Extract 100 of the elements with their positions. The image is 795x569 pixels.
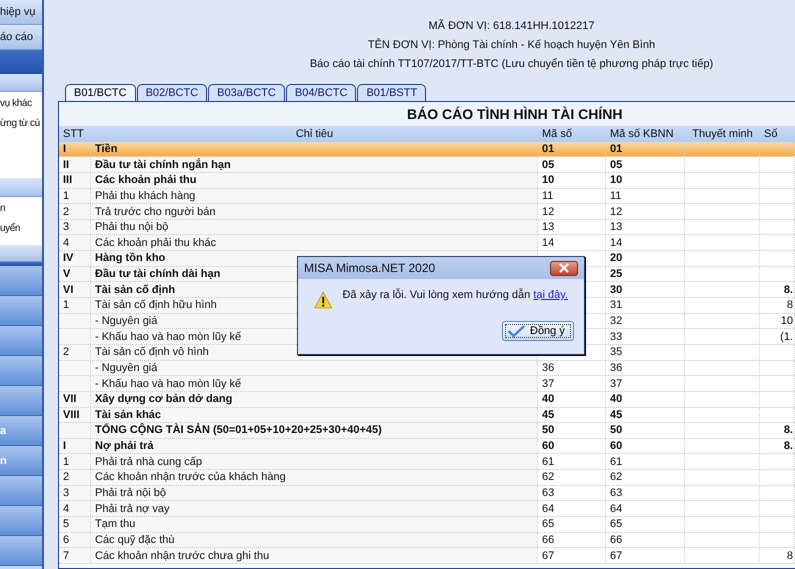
table-cell: 62	[538, 470, 606, 485]
table-row[interactable]: 2 Các khoản nhận trước của khách hàng 62 62	[59, 470, 795, 486]
sidebar-button[interactable]	[0, 536, 42, 566]
tab[interactable]: B03a/BCTC	[208, 84, 285, 101]
sidebar-button[interactable]	[0, 506, 42, 536]
table-cell: 37	[606, 376, 685, 391]
table-row[interactable]: II Đầu tư tài chính ngắn hạn 05 05	[59, 157, 795, 173]
sidebar-button[interactable]	[0, 356, 42, 386]
sidebar-header[interactable]	[0, 245, 42, 262]
table-cell: VII	[59, 392, 91, 407]
sidebar-link[interactable]: ừng từ cù	[0, 118, 40, 129]
table-cell: 36	[606, 360, 685, 376]
column-header[interactable]: Chỉ tiêu	[91, 126, 538, 142]
table-cell: 66	[606, 532, 685, 548]
table-cell	[760, 376, 795, 391]
report-name: Báo cáo tài chính TT107/2017/TT-BTC (Lưu chuyển tiền tệ phương pháp trực tiếp)	[310, 58, 714, 70]
table-row[interactable]: 3 Phải trả nội bộ 63 63	[59, 486, 795, 502]
table-cell: 8	[760, 548, 795, 563]
sidebar-divider-bar	[0, 262, 42, 266]
sidebar-button[interactable]	[0, 296, 42, 326]
table-cell: 40	[538, 392, 606, 407]
table-cell: I	[59, 142, 91, 156]
tab[interactable]: B01/BCTC	[65, 84, 136, 101]
table-row[interactable]: 5 Tạm thu 65 65	[59, 517, 795, 533]
table-cell: 63	[538, 486, 606, 500]
table-cell: 66	[538, 532, 606, 548]
unit-code: MÃ ĐƠN VỊ: 618.141HH.1012217	[428, 20, 594, 32]
table-row[interactable]: VIII Tài sản khác 45 45	[59, 408, 795, 424]
sidebar-button[interactable]	[0, 476, 42, 506]
table-cell: V	[59, 266, 91, 282]
sidebar-header[interactable]	[0, 178, 42, 197]
table-cell: 50	[538, 423, 606, 438]
column-header[interactable]: Thuyết minh	[685, 126, 760, 142]
table-cell: 13	[606, 220, 685, 234]
table-cell: 67	[606, 548, 685, 563]
table-row[interactable]: III Các khoản phải thu 10 10	[59, 172, 795, 189]
table-cell: 33	[606, 329, 685, 344]
table-row[interactable]: 6 Các quỹ đặc thù 66 66	[59, 532, 795, 548]
table-row[interactable]: - Nguyên giá 36 36	[59, 360, 795, 376]
table-row[interactable]: I Tiền 01 01	[59, 142, 795, 158]
sidebar-link[interactable]: n	[0, 203, 6, 214]
sidebar-button[interactable]	[0, 266, 42, 296]
table-cell: 31	[606, 298, 685, 313]
sidebar-button[interactable]	[0, 386, 42, 416]
table-cell: 25	[606, 266, 685, 282]
column-header[interactable]: Số	[760, 126, 795, 142]
table-cell: 6	[59, 532, 91, 548]
close-button[interactable]	[550, 260, 578, 276]
unit-name: TÊN ĐƠN VỊ: Phòng Tài chính - Kế hoạch huyện Yên Bình	[368, 39, 656, 51]
table-cell: 37	[538, 376, 606, 391]
table-row[interactable]: - Khấu hao và hao mòn lũy kế 37 37	[59, 376, 795, 392]
table-cell: 12	[606, 204, 685, 219]
table-cell: 8.	[760, 438, 795, 454]
table-cell: VIII	[59, 408, 91, 422]
table-row[interactable]: I Nợ phải trả 60 60 8.	[59, 438, 795, 454]
table-cell: 45	[538, 408, 606, 422]
table-cell: 67	[538, 548, 606, 563]
tab[interactable]: B04/BCTC	[286, 84, 356, 101]
table-cell: Tiền	[91, 142, 538, 156]
table-cell	[760, 532, 795, 548]
table-row[interactable]: 4 Các khoản phải thu khác 14 14	[59, 235, 795, 252]
sidebar-button[interactable]	[0, 326, 42, 356]
table-cell	[760, 408, 795, 422]
table-cell	[760, 188, 795, 204]
table-cell: 32	[606, 314, 685, 328]
ok-button[interactable]: Đồng ý	[502, 321, 574, 341]
table-row[interactable]: 7 Các khoản nhận trước chưa ghi thu 67 67 8	[59, 548, 795, 564]
table-row[interactable]: 4 Phải trả nợ vay 64 64	[59, 501, 795, 518]
sidebar-group-bar[interactable]	[0, 50, 42, 74]
table-row[interactable]: 3 Phải thu nội bộ 13 13	[59, 220, 795, 236]
table-row[interactable]: TỔNG CỘNG TÀI SẢN (50=01+05+10+20+25+30+40+45) 50 50 8.	[59, 423, 795, 439]
table-cell: 05	[606, 157, 685, 172]
sidebar-header[interactable]	[0, 74, 42, 92]
column-header[interactable]: Mã số	[538, 126, 606, 142]
column-header[interactable]: Mã số KBNN	[606, 126, 685, 142]
sidebar-link[interactable]: uyển	[0, 223, 20, 234]
table-cell: 61	[538, 454, 606, 470]
table-cell: 7	[59, 548, 91, 563]
table-row[interactable]: 2 Trả trước cho người bán 12 12	[59, 204, 795, 220]
table-row[interactable]: VII Xây dựng cơ bản dở dang 40 40	[59, 392, 795, 408]
table-cell: 2	[59, 204, 91, 219]
table-cell: 10	[538, 172, 606, 188]
table-cell: 20	[606, 251, 685, 266]
tab[interactable]: B02/BCTC	[136, 84, 208, 101]
table-cell: 64	[606, 501, 685, 516]
table-cell: 2	[59, 470, 91, 485]
table-cell: 60	[606, 438, 685, 454]
column-header[interactable]: STT	[59, 126, 91, 142]
table-cell: 11	[606, 188, 685, 204]
menu-item[interactable]: áo cáo	[0, 25, 42, 50]
table-cell	[760, 501, 795, 516]
menu-item[interactable]: hiệp vụ	[0, 0, 42, 25]
table-row[interactable]: 1 Phải thu khách hàng 11 11	[59, 188, 795, 204]
table-cell: 11	[538, 188, 606, 204]
sidebar-link[interactable]: vụ khác	[0, 98, 32, 109]
table-cell: 14	[538, 235, 606, 250]
table-cell	[760, 220, 795, 234]
table-cell: 45	[606, 408, 685, 422]
tab[interactable]: B01/BSTT	[357, 84, 426, 101]
table-row[interactable]: 1 Phải trả nhà cung cấp 61 61	[59, 454, 795, 470]
